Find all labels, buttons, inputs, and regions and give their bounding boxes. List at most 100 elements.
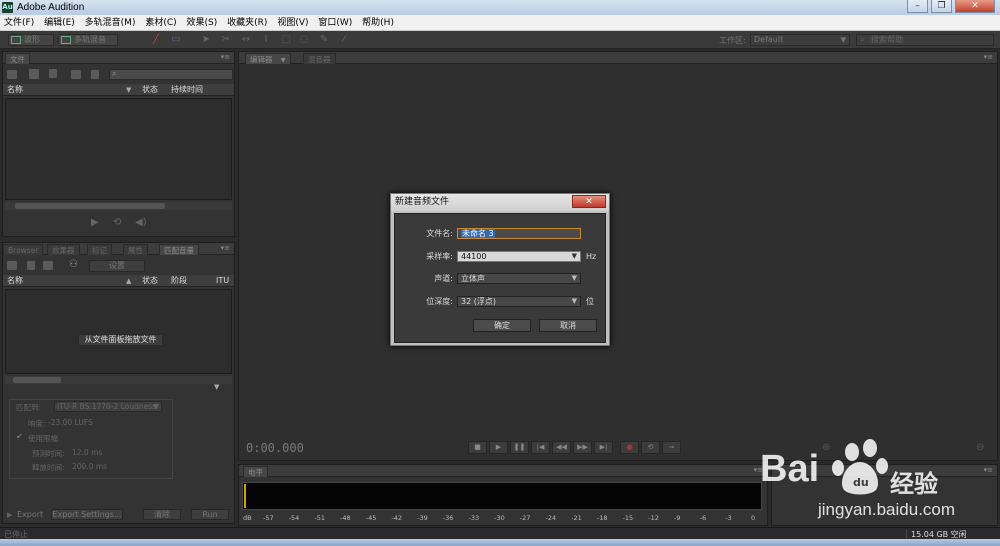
loudness-value[interactable]: -23.00 LUFS [48, 418, 93, 427]
panel-menu-icon[interactable]: ▾≡ [984, 52, 993, 63]
panel-menu-icon[interactable]: ▾≡ [221, 243, 230, 254]
scroll-thumb[interactable] [13, 377, 61, 383]
menu-file[interactable]: 文件(F) [1, 15, 37, 31]
time-display[interactable]: 0:00.000 [246, 441, 304, 455]
import-file-icon[interactable] [29, 69, 39, 79]
col-stage[interactable]: 阶段 [171, 275, 187, 287]
col-itu[interactable]: ITU [216, 275, 229, 287]
checkmark-icon[interactable]: ✔ [16, 432, 23, 441]
save-file-icon[interactable] [71, 70, 81, 79]
menu-multitrack[interactable]: 多轨混音(M) [82, 15, 139, 31]
tab-effects[interactable]: 效果器 [47, 244, 80, 255]
bitdepth-select[interactable]: 32 (浮点) ▼ [457, 296, 581, 307]
move-tool-icon[interactable]: ➤ [200, 34, 212, 46]
time-selection-icon[interactable]: I [260, 34, 272, 46]
clear-button[interactable]: 清除 [143, 509, 181, 520]
menu-favorites[interactable]: 收藏夹(R) [224, 15, 270, 31]
maximize-button[interactable]: ❐ [931, 0, 952, 13]
lasso-tool-icon[interactable]: ◌ [298, 34, 310, 46]
menu-edit[interactable]: 编辑(E) [41, 15, 78, 31]
menu-clip[interactable]: 素材(C) [142, 15, 179, 31]
match-hscrollbar[interactable] [5, 376, 232, 384]
tab-browser[interactable]: Browser [3, 244, 44, 255]
delete-file-icon[interactable] [91, 70, 99, 79]
loop-icon[interactable]: ⟲ [641, 441, 660, 454]
menu-window[interactable]: 窗口(W) [315, 15, 355, 31]
slip-tool-icon[interactable]: ↔ [240, 34, 252, 46]
scroll-thumb[interactable] [15, 203, 165, 209]
col-name[interactable]: 名称 [7, 84, 23, 96]
folder-icon[interactable] [7, 261, 17, 270]
razor-tool-icon[interactable]: ✂ [220, 34, 232, 46]
skip-end-icon[interactable]: ▶| [594, 441, 613, 454]
tab-levels[interactable]: 电平 [243, 466, 268, 477]
spectral-frequency-icon[interactable]: ╱ [150, 34, 162, 46]
open-file-icon[interactable] [7, 70, 17, 79]
tab-editor[interactable]: 编辑器 ▼ [245, 53, 291, 64]
tab-match-volume[interactable]: 匹配音量 [159, 244, 199, 255]
files-search-input[interactable]: ⌕ [109, 69, 233, 80]
menu-help[interactable]: 帮助(H) [359, 15, 397, 31]
export-settings-button[interactable]: Export Settings... [51, 509, 123, 520]
marquee-tool-icon[interactable]: ⬚ [280, 34, 292, 46]
menu-view[interactable]: 视图(V) [274, 15, 311, 31]
dialog-close-button[interactable]: ✕ [572, 195, 606, 208]
sort-arrow-icon[interactable]: ▲ [126, 275, 131, 287]
expand-arrow-icon[interactable]: ▼ [214, 383, 219, 391]
col-name[interactable]: 名称 [7, 275, 23, 287]
tab-markers[interactable]: 标记 [87, 244, 112, 255]
chevron-down-icon[interactable]: ▼ [572, 252, 577, 261]
healing-brush-icon[interactable]: ⁄ [338, 34, 350, 46]
waveform-view-button[interactable]: 波形 [8, 34, 54, 46]
skip-silence-icon[interactable]: ⊸ [662, 441, 681, 454]
release-value[interactable]: 200.0 ms [72, 462, 107, 471]
loop-icon[interactable]: ⟲ [113, 217, 121, 228]
settings-button[interactable]: 设置 [89, 260, 145, 272]
copy-icon[interactable] [43, 261, 53, 270]
rewind-icon[interactable]: ◀◀ [552, 441, 571, 454]
close-button[interactable]: ✕ [955, 0, 995, 13]
run-button[interactable]: Run [191, 509, 229, 520]
lookahead-value[interactable]: 12.0 ms [72, 448, 102, 457]
spectral-pitch-icon[interactable]: ▭ [170, 34, 182, 46]
fast-forward-icon[interactable]: ▶▶ [573, 441, 592, 454]
user-icon[interactable]: ⚇ [69, 259, 78, 270]
panel-menu-icon[interactable]: ▾≡ [221, 52, 230, 63]
skip-start-icon[interactable]: |◀ [531, 441, 550, 454]
pause-icon[interactable]: ❚❚ [510, 441, 529, 454]
samplerate-input[interactable]: 44100 ▼ [457, 251, 581, 262]
tab-properties[interactable]: 属性 [123, 244, 148, 255]
volume-icon[interactable]: ◀) [135, 217, 147, 228]
files-list[interactable] [5, 98, 232, 200]
sort-arrow-icon[interactable]: ▼ [126, 84, 131, 96]
trash-icon[interactable] [27, 261, 35, 270]
minimize-button[interactable]: – [907, 0, 928, 13]
export-arrow-icon: ▶ [7, 511, 13, 519]
record-icon[interactable]: ● [620, 441, 639, 454]
brush-tool-icon[interactable]: ✎ [318, 34, 330, 46]
col-status[interactable]: 状态 [142, 275, 158, 287]
multitrack-view-button[interactable]: 多轨混音 [58, 34, 118, 46]
stop-icon[interactable]: ■ [468, 441, 487, 454]
play-icon[interactable]: ▶ [489, 441, 508, 454]
watermark-brand: Bai [760, 448, 820, 490]
channels-select[interactable]: 立体声 ▼ [457, 273, 581, 284]
ok-button[interactable]: 确定 [473, 319, 531, 332]
tab-files[interactable]: 文件 [5, 53, 30, 64]
export-button[interactable]: Export [17, 509, 47, 520]
match-volume-panel: Browser 效果器 标记 属性 匹配音量 ▾≡ ⚇ 设置 名称 ▲ 状态 阶… [2, 242, 235, 524]
files-hscrollbar[interactable] [5, 202, 232, 210]
chevron-down-icon: ▼ [571, 274, 577, 282]
filename-input[interactable]: 未命名 3 [457, 228, 581, 239]
menu-effects[interactable]: 效果(S) [184, 15, 221, 31]
help-search-input[interactable]: ⌕ 搜索帮助 [856, 34, 994, 46]
workspace-select[interactable]: Default ▼ [750, 34, 850, 46]
tab-mixer[interactable]: 混音器 [303, 53, 336, 64]
new-file-icon[interactable] [49, 69, 57, 78]
match-to-select[interactable]: ITU-R BS.1770-2 Loudness ▼ [54, 401, 162, 412]
cancel-button[interactable]: 取消 [539, 319, 597, 332]
play-icon[interactable]: ▶ [91, 217, 99, 228]
match-file-list[interactable]: 从文件面板拖放文件 [5, 289, 232, 374]
col-duration[interactable]: 持续时间 [171, 84, 203, 96]
col-status[interactable]: 状态 [142, 84, 158, 96]
